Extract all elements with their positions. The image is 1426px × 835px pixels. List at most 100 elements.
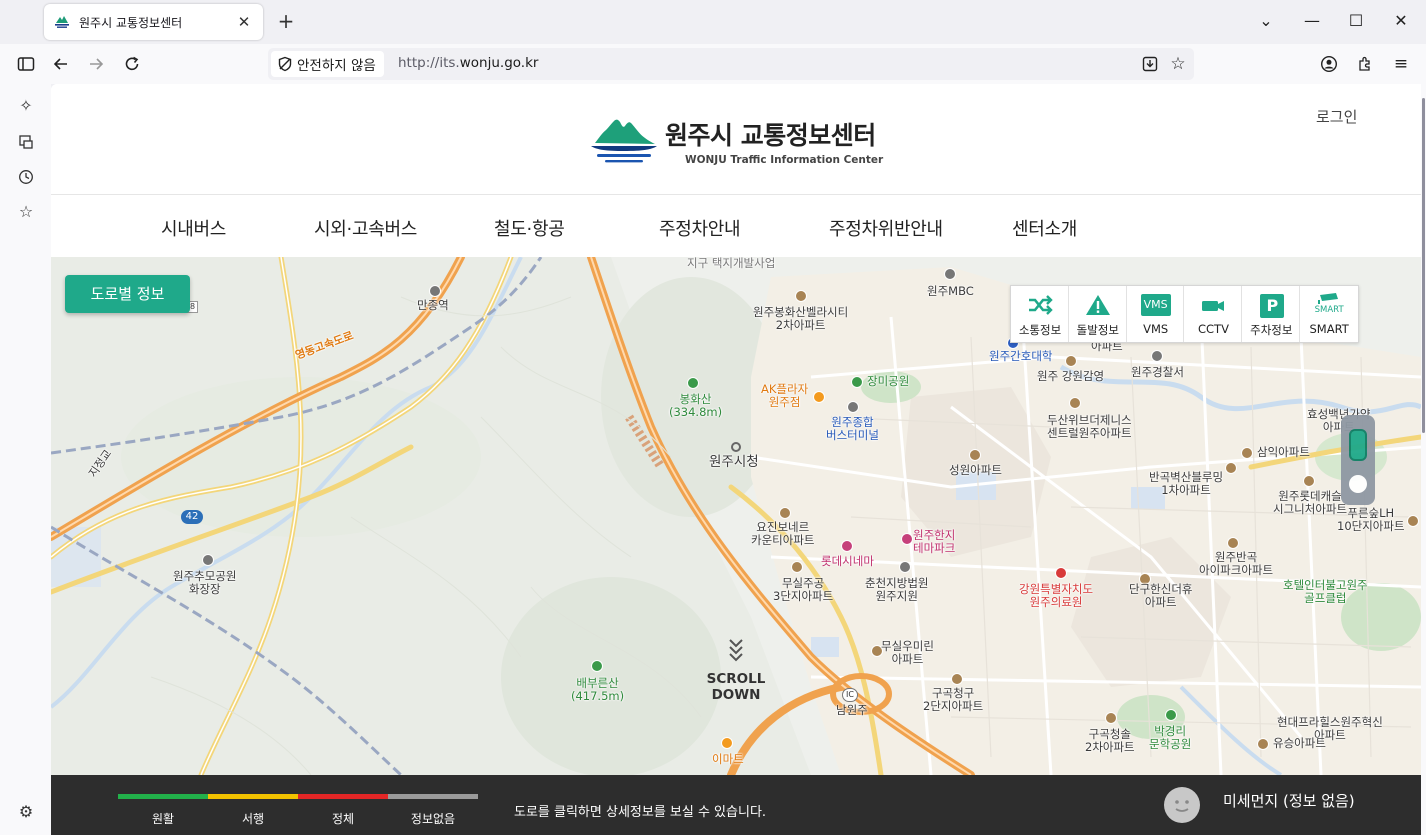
bookmark-star-icon[interactable]: ☆ [1166,52,1190,76]
login-link[interactable]: 로그인 [1316,106,1357,127]
map-label: 호텔인터불고원주 골프클럽 [1283,578,1368,605]
fine-dust-face-icon [1164,787,1200,823]
site-header: 원주시 교통정보센터 WONJU Traffic Information Cen… [51,84,1421,195]
url-bar[interactable]: 안전하지 않음 http://its.wonju.go.kr ☆ [268,48,1194,80]
synced-tabs-icon[interactable] [14,130,38,154]
map-label: 박경리 문학공원 [1149,724,1192,751]
browser-nav-bar: 안전하지 않음 http://its.wonju.go.kr ☆ ≡ [0,44,1426,84]
ai-sparkle-icon[interactable]: ✧ [14,94,38,118]
park-pin-icon [901,533,913,545]
map-label: 성원아파트 [949,463,1002,477]
site-subtitle: WONJU Traffic Information Center [685,154,884,166]
nav-parking-violation[interactable]: 주정차위반안내 [829,215,943,241]
apartment-pin-icon [1407,515,1419,527]
map-label: 지구 택지개발사업 [687,257,776,270]
legend-label: 정체 [331,812,355,826]
map-label: 원주MBC [927,284,974,298]
close-window-icon[interactable]: ✕ [1389,10,1413,34]
map-label: 롯데시네마 [821,554,874,568]
smart-cctv-icon: SMART [1314,292,1344,315]
page-scrollbar-thumb[interactable] [1422,98,1425,433]
minimize-icon[interactable]: — [1300,10,1324,34]
forward-icon[interactable] [84,52,108,76]
map-label: 유승아파트 [1273,736,1326,750]
layer-cctv-button[interactable]: CCTV [1184,286,1243,342]
tab-close-icon[interactable]: ✕ [235,13,253,31]
broadcast-pin-icon [944,268,956,280]
map-label: 이마트 [712,752,744,766]
double-chevron-down-icon [729,639,743,662]
apartment-pin-icon [969,449,981,461]
ic-label: IC [846,690,854,699]
wonju-mountain-logo-icon [591,119,657,163]
site-logo[interactable]: 원주시 교통정보센터 WONJU Traffic Information Cen… [589,112,889,170]
map-label: 원주한지 테마파크 [913,528,956,555]
history-icon[interactable] [14,165,38,189]
bookmarks-icon[interactable]: ☆ [14,200,38,224]
tab-list-icon[interactable]: ⌄ [1254,10,1278,34]
vms-icon: VMS [1140,294,1171,316]
mountain-pin-icon [591,660,603,672]
nav-center-intro[interactable]: 센터소개 [1012,215,1077,241]
park-pin-icon [1165,709,1177,721]
traffic-map[interactable]: 42 88 IC 지구 택지개발사업 만종역 영동고속도로 지정교 봉화산 (3… [51,257,1421,775]
layer-vms-button[interactable]: VMS VMS [1127,286,1185,342]
shopping-pin-icon [813,391,825,403]
layer-smart-button[interactable]: SMART SMART [1300,286,1358,342]
maximize-icon[interactable]: ☐ [1344,10,1368,34]
map-label: 원주롯데캐슬 시그니처아파트 [1273,489,1348,516]
scroll-down-hint[interactable]: SCROLL DOWN [681,637,791,703]
browser-tab[interactable]: 원주시 교통정보센터 ✕ [44,4,263,40]
menu-icon[interactable]: ≡ [1389,52,1413,76]
legend-swatch-no-info [388,794,478,799]
url-text[interactable]: http://its.wonju.go.kr [398,55,538,71]
city-hall-pin-icon [731,442,741,452]
police-pin-icon [1151,350,1163,362]
zoom-slider-handle[interactable] [1349,429,1367,461]
url-scheme: http://its. [398,55,460,71]
security-label: 안전하지 않음 [297,58,376,74]
heritage-pin-icon [1065,355,1077,367]
new-tab-icon[interactable]: + [276,10,296,34]
map-label: 요진보네르 카운티아파트 [751,520,815,547]
map-label: 삼익아파트 [1257,445,1310,459]
account-icon[interactable] [1317,52,1341,76]
main-navigation: 시내버스 시외·고속버스 철도·항공 주정차안내 주정차위반안내 센터소개 [51,195,1421,257]
settings-gear-icon[interactable]: ⚙ [14,800,38,824]
layer-parking-button[interactable]: P 주차정보 [1242,286,1301,342]
map-label: 원주봉화산벨라시티 2차아파트 [753,305,849,332]
map-label: 원주경찰서 [1131,365,1184,379]
zoom-slider-dot[interactable] [1349,475,1367,493]
reload-icon[interactable] [120,52,144,76]
sidebar-toggle-icon[interactable] [14,52,38,76]
layer-incident-button[interactable]: 돌발정보 [1069,286,1127,342]
apartment-pin-icon [1105,712,1117,724]
map-label: AK플라자 원주점 [761,382,809,409]
map-zoom-slider[interactable] [1341,415,1375,505]
smart-badge: SMART [1314,305,1344,315]
layer-label: VMS [1143,322,1169,336]
station-pin-icon [429,285,441,297]
nav-city-bus[interactable]: 시내버스 [161,215,226,241]
nav-intercity-bus[interactable]: 시외·고속버스 [314,215,417,241]
map-label: 단구한신더휴 아파트 [1129,582,1193,609]
apartment-pin-icon [791,561,803,573]
save-page-icon[interactable] [1138,52,1162,76]
memorial-pin-icon [202,554,214,566]
nav-parking-guide[interactable]: 주정차안내 [659,215,741,241]
legend-swatch-slow [208,794,298,799]
shuffle-icon [1029,295,1053,315]
tab-title: 원주시 교통정보센터 [79,15,183,30]
apartment-pin-icon [1303,475,1315,487]
browser-tab-bar: 원주시 교통정보센터 ✕ + ⌄ — ☐ ✕ [0,0,1426,44]
layer-label: CCTV [1198,322,1229,336]
apartment-pin-icon [1257,738,1269,750]
map-label: 원주간호대학 [989,349,1053,363]
layer-traffic-button[interactable]: 소통정보 [1011,286,1069,342]
map-label: 원주종합 버스터미널 [826,415,879,442]
security-indicator[interactable]: 안전하지 않음 [271,51,384,77]
nav-rail-air[interactable]: 철도·항공 [494,215,565,241]
road-info-button[interactable]: 도로별 정보 [65,275,190,313]
extensions-icon[interactable] [1353,52,1377,76]
back-icon[interactable] [49,52,73,76]
